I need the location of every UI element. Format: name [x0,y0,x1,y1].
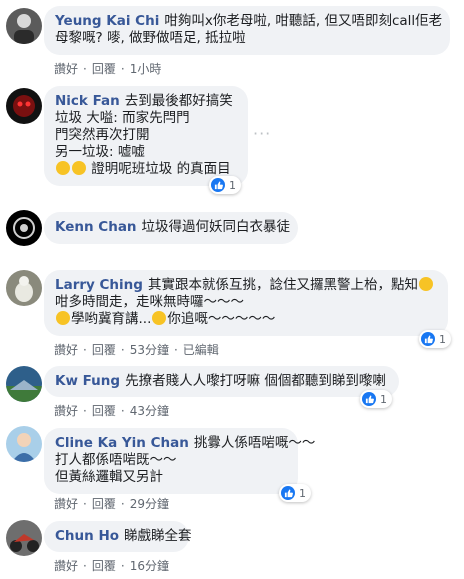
reply-button[interactable]: 回覆 [92,497,116,511]
comment-text: 睇戲睇全套 [124,528,192,544]
separator: · [83,404,87,418]
comment-text: 門突然再次打開 [55,127,150,143]
comment-bubble: Cline Ka Yin Chan 挑釁人係唔啱嘅～～ 打人都係唔啱既～～ 但黃絲… [44,428,315,494]
emoji-icon [418,277,433,291]
comment-bubble: Kenn Chan 垃圾得過何妖同白衣暴徒 [44,212,298,244]
comment-actions: 讚好 · 回覆 · 53分鐘 · 已編輯 [54,341,219,358]
avatar[interactable] [6,520,42,556]
like-button[interactable]: 讚好 [54,559,78,573]
reaction-count[interactable]: 1 [209,176,241,194]
avatar[interactable] [6,366,42,402]
separator: · [83,62,87,76]
comment-author[interactable]: Yeung Kai Chi [55,13,159,29]
comment-actions: 讚好 · 回覆 · 43分鐘 [54,402,169,419]
edited-label: 已編輯 [182,343,219,357]
separator: · [83,497,87,511]
comment-actions: 讚好 · 回覆 · 29分鐘 [54,495,169,512]
separator: · [120,559,125,573]
comment-author[interactable]: Chun Ho [55,528,119,544]
reaction-count-value: 1 [380,392,387,406]
comment-text: 先撩者賤人人嚟打呀嘛 個個都聽到睇到嚟喇 [125,373,386,389]
thumbs-up-icon [281,486,295,500]
comment-timestamp[interactable]: 1小時 [130,62,162,76]
separator: · [83,343,87,357]
comment-text: 咁多時間走，走咪無時囉～～～ [55,294,244,310]
reply-button[interactable]: 回覆 [92,62,116,76]
reply-button[interactable]: 回覆 [92,404,116,418]
comment-author[interactable]: Kw Fung [55,373,120,389]
reaction-count-value: 1 [299,486,306,500]
avatar[interactable] [6,8,42,44]
comment-bubble: Nick Fan 去到最後都好搞笑 垃圾 大嗌: 而家先閂門 門突然再次打開 另一… [44,86,248,186]
reply-button[interactable]: 回覆 [92,343,116,357]
comment-text: 打人都係唔啱既～～ [55,452,177,468]
comment-bubble: Yeung Kai Chi 咁夠叫x你老母啦, 咁聽話, 但又唔即刻call佢老 … [44,6,450,55]
reaction-count-value: 1 [439,332,446,346]
reaction-count[interactable]: 1 [360,390,392,408]
reply-button[interactable]: 回覆 [92,559,116,573]
comment-text: 證明呢班垃圾 的真面目 [91,161,231,177]
comment-text: 去到最後都好搞笑 [124,93,233,109]
reaction-count[interactable]: 1 [279,484,311,502]
reaction-count[interactable]: 1 [419,330,451,348]
thumbs-up-icon [421,332,435,346]
separator: · [120,404,125,418]
comment-text: 其實跟本就係互挑，諗住又攞黑警上枱，點知 [147,277,418,293]
comment-author[interactable]: Nick Fan [55,93,120,109]
like-button[interactable]: 讚好 [54,343,78,357]
laughing-emoji-icon [72,161,86,175]
avatar[interactable] [6,270,42,306]
emoji-icon [152,311,167,325]
comment-actions: 讚好 · 回覆 · 1小時 [54,60,161,77]
like-button[interactable]: 讚好 [54,62,78,76]
comment-bubble: Chun Ho 睇戲睇全套 [44,521,192,552]
comment-actions: 讚好 · 回覆 · 16分鐘 [54,557,169,574]
avatar[interactable] [6,426,42,462]
separator: · [83,559,87,573]
comment-text: 但黃絲邏輯又另計 [55,469,163,485]
comment-text: 垃圾 大嗌: 而家先閂門 [55,110,190,126]
like-button[interactable]: 讚好 [54,404,78,418]
comment-text: 挑釁人係唔啱嘅～～ [193,435,316,451]
comment-text: 垃圾得過何妖同白衣暴徒 [141,219,291,235]
avatar[interactable] [6,88,42,124]
comment-author[interactable]: Larry Ching [55,277,143,293]
separator: · [120,62,125,76]
comment-timestamp[interactable]: 16分鐘 [130,559,169,573]
like-button[interactable]: 讚好 [54,497,78,511]
comment-text: 咁夠叫x你老母啦, 咁聽話, 但又唔即刻call佢老 [164,13,443,29]
comment-bubble: Larry Ching 其實跟本就係互挑，諗住又攞黑警上枱，點知 咁多時間走，走咪… [44,270,448,336]
thumbs-up-icon [211,178,225,192]
avatar[interactable] [6,210,42,246]
thumbs-up-icon [362,392,376,406]
separator: · [173,343,178,357]
comment-text: 你追嘅～～～～～ [167,311,276,327]
comment-timestamp[interactable]: 53分鐘 [130,343,169,357]
comment-author[interactable]: Cline Ka Yin Chan [55,435,189,451]
comment-text: 母黎嘅? 嘜, 做野做唔足, 抵拉啦 [55,30,246,46]
reaction-count-value: 1 [229,178,236,192]
emoji-icon [56,311,70,325]
more-options-icon[interactable]: ··· [253,124,271,143]
comment-text: 學哟冀育講... [71,311,152,327]
comment-timestamp[interactable]: 43分鐘 [130,404,169,418]
comment-author[interactable]: Kenn Chan [55,219,137,235]
comment-bubble: Kw Fung 先撩者賤人人嚟打呀嘛 個個都聽到睇到嚟喇 [44,366,399,397]
comment-timestamp[interactable]: 29分鐘 [130,497,169,511]
separator: · [120,497,125,511]
separator: · [120,343,125,357]
laughing-emoji-icon [56,161,70,175]
comment-text: 另一垃圾: 嘘嘘 [55,144,145,160]
